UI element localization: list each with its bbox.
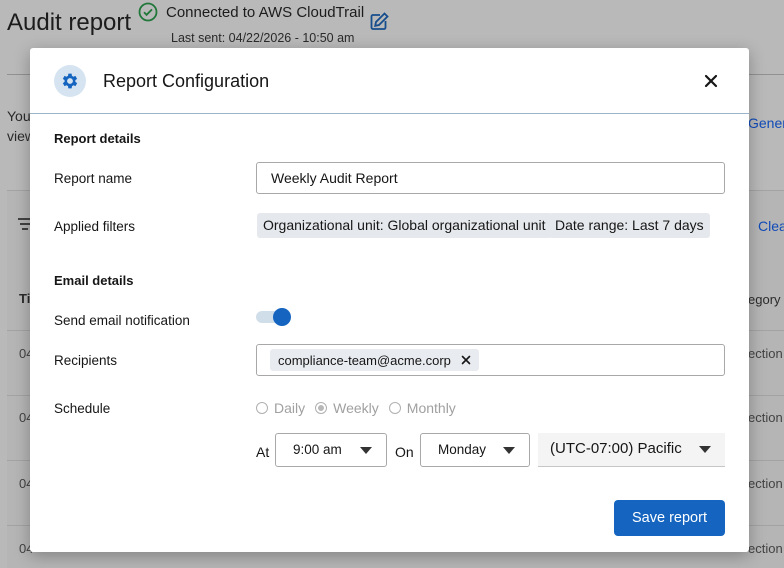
email-notification-toggle[interactable] — [256, 308, 292, 326]
schedule-weekly-radio[interactable]: Weekly — [315, 400, 379, 416]
radio-circle-selected — [315, 402, 328, 414]
filter-chip-date-range: Date range: Last 7 days — [549, 213, 710, 238]
schedule-radio-group: Daily Weekly Monthly — [256, 400, 456, 416]
on-label: On — [395, 444, 414, 460]
chevron-down-icon — [503, 447, 515, 454]
dialog-title: Report Configuration — [103, 71, 270, 91]
radio-circle — [388, 402, 401, 414]
recipient-tag: compliance-team@acme.corp — [270, 349, 479, 371]
timezone-select[interactable]: (UTC-07:00) Pacific — [538, 433, 725, 467]
applied-filters-label: Applied filters — [54, 219, 136, 234]
recipients-input[interactable]: compliance-team@acme.corp — [256, 344, 725, 376]
recipients-label: Recipients — [54, 353, 118, 368]
schedule-label: Schedule — [54, 401, 111, 416]
timezone-value: (UTC-07:00) Pacific — [550, 440, 682, 457]
filter-chip-org-unit: Organizational unit: Global organization… — [257, 213, 552, 238]
toggle-knob — [273, 308, 291, 326]
close-icon — [704, 74, 718, 88]
send-email-label: Send email notification — [54, 313, 190, 328]
report-name-input[interactable] — [256, 162, 725, 194]
day-select[interactable]: Monday — [420, 433, 530, 467]
radio-label: Daily — [274, 400, 306, 416]
radio-label: Weekly — [333, 400, 379, 416]
radio-circle — [256, 402, 268, 414]
radio-label: Monthly — [406, 400, 456, 416]
day-value: Monday — [438, 442, 487, 457]
email-details-heading: Email details — [54, 273, 134, 288]
chevron-down-icon — [360, 447, 372, 454]
close-button[interactable] — [702, 72, 720, 90]
chevron-down-icon — [699, 446, 711, 453]
report-configuration-dialog: Report Configuration Report details Repo… — [30, 48, 749, 552]
dialog-header: Report Configuration — [30, 48, 749, 114]
schedule-daily-radio[interactable]: Daily — [256, 400, 305, 416]
save-report-button[interactable]: Save report — [614, 500, 725, 536]
time-value: 9:00 am — [293, 442, 342, 457]
schedule-monthly-radio[interactable]: Monthly — [388, 400, 456, 416]
remove-recipient-icon[interactable] — [461, 355, 471, 365]
settings-icon — [54, 65, 86, 97]
at-label: At — [256, 444, 270, 460]
time-select[interactable]: 9:00 am — [275, 433, 387, 467]
report-name-label: Report name — [54, 171, 133, 186]
report-details-heading: Report details — [54, 131, 141, 146]
recipient-email: compliance-team@acme.corp — [278, 352, 451, 368]
